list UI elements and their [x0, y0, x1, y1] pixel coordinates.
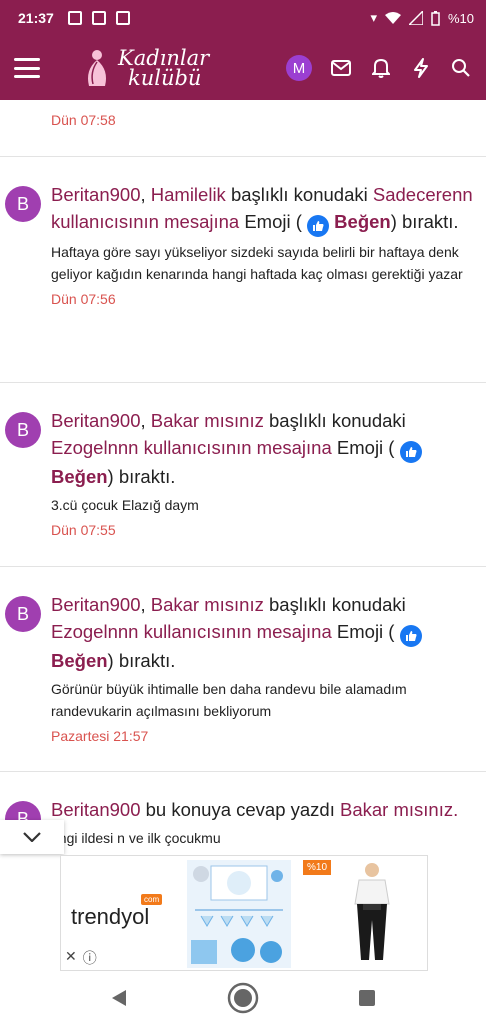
lightning-icon[interactable] — [410, 57, 432, 79]
document-icon — [91, 11, 106, 25]
owner-link[interactable]: Ezogelnnn kullanıcısının mesajına — [51, 621, 332, 642]
cellular-icon — [408, 11, 423, 25]
app-header: Kadınlar kulübü M — [0, 36, 486, 100]
notification-time: Dün 07:55 — [51, 522, 116, 538]
emoji-text: Emoji ( — [336, 621, 395, 642]
like-icon — [307, 215, 330, 237]
home-icon[interactable] — [227, 982, 259, 1014]
mail-icon[interactable] — [330, 57, 352, 79]
signal-icon: ▾ — [370, 10, 377, 25]
notification-item[interactable]: B Beritan900, Bakar mısınız başlıklı kon… — [0, 567, 486, 772]
reaction-label: Beğen — [334, 211, 391, 232]
document-icon — [115, 11, 130, 25]
bell-icon[interactable] — [370, 57, 392, 79]
collapse-ad-button[interactable] — [0, 820, 64, 854]
user-link[interactable]: Beritan900 — [51, 410, 140, 431]
recents-icon[interactable] — [358, 989, 376, 1007]
system-nav-bar — [0, 972, 486, 1024]
status-time: 21:37 — [18, 10, 54, 26]
notification-item[interactable]: B Beritan900, Hamilelik başlıklı konudak… — [0, 157, 486, 383]
info-icon[interactable]: ⓘ — [83, 948, 97, 968]
search-icon[interactable] — [450, 57, 472, 79]
ad-brand: trendyol — [71, 904, 150, 929]
logo-line1: Kadınlar — [118, 46, 210, 70]
notification-time: Dün 07:56 — [51, 291, 116, 307]
ad-brand-badge: com — [141, 894, 163, 905]
like-icon — [399, 625, 422, 647]
logo-figure-icon — [88, 50, 106, 86]
notification-snippet: Haftaya göre sayı yükseliyor sizdeki say… — [51, 244, 463, 282]
notification-feed[interactable]: Dün 07:58 B Beritan900, Hamilelik başlık… — [0, 100, 486, 852]
user-link[interactable]: Beritan900 — [51, 799, 140, 820]
thread-link[interactable]: Bakar mısınız — [151, 410, 264, 431]
notification-suffix: ) bıraktı. — [107, 650, 176, 671]
user-avatar[interactable]: M — [286, 55, 312, 81]
notification-text: başlıklı konudaki — [269, 594, 406, 615]
user-link[interactable]: Beritan900 — [51, 594, 140, 615]
logo-line2: kulübü — [128, 66, 202, 90]
image-icon — [67, 11, 82, 25]
notification-item[interactable]: B Beritan900, Bakar mısınız başlıklı kon… — [0, 383, 486, 567]
notification-suffix: ) bıraktı. — [390, 211, 459, 232]
avatar[interactable]: B — [5, 596, 41, 632]
menu-icon[interactable] — [14, 58, 40, 78]
back-icon[interactable] — [110, 988, 128, 1008]
notification-text: bu konuya cevap yazdı — [145, 799, 335, 820]
user-link[interactable]: Beritan900 — [51, 184, 140, 205]
ad-product-image — [187, 860, 291, 968]
notification-time: Pazartesi 21:57 — [51, 728, 149, 744]
notification-time: Dün 07:58 — [51, 112, 116, 128]
site-logo[interactable]: Kadınlar kulübü — [82, 46, 210, 90]
notification-snippet: Görünür büyük ihtimalle ben daha randevu… — [51, 681, 407, 719]
reaction-label: Beğen — [51, 650, 108, 671]
reaction-label: Beğen — [51, 466, 108, 487]
emoji-text: Emoji ( — [336, 437, 395, 458]
battery-icon — [431, 10, 440, 26]
like-icon — [399, 441, 422, 463]
wifi-icon — [384, 12, 401, 24]
avatar[interactable]: B — [5, 412, 41, 448]
emoji-text: Emoji ( — [244, 211, 302, 232]
avatar[interactable]: B — [5, 186, 41, 222]
notification-text: başlıklı konudaki — [230, 184, 368, 205]
thread-link[interactable]: Bakar mısınız — [151, 594, 264, 615]
notification-suffix: ) bıraktı. — [107, 466, 176, 487]
thread-link[interactable]: Hamilelik — [151, 184, 226, 205]
thread-link[interactable]: Bakar mısınız. — [340, 799, 458, 820]
ad-banner[interactable]: trendyol com %10 ✕ ⓘ — [60, 855, 428, 971]
ad-discount-badge: %10 — [303, 860, 332, 875]
ad-model-image — [337, 860, 407, 968]
owner-link[interactable]: Ezogelnnn kullanıcısının mesajına — [51, 437, 332, 458]
notification-snippet: 3.cü çocuk Elazığ daym — [51, 497, 199, 513]
close-icon[interactable]: ✕ — [65, 948, 77, 968]
status-bar: 21:37 ▾ %10 — [0, 0, 486, 36]
chevron-down-icon — [23, 832, 41, 842]
notification-item[interactable]: Dün 07:58 — [0, 100, 486, 157]
notification-text: başlıklı konudaki — [269, 410, 406, 431]
notification-item[interactable]: B Beritan900 bu konuya cevap yazdı Bakar… — [0, 772, 486, 852]
battery-level: %10 — [447, 10, 474, 26]
notification-snippet: angi ildesi n ve ilk çocukmu — [51, 830, 221, 846]
